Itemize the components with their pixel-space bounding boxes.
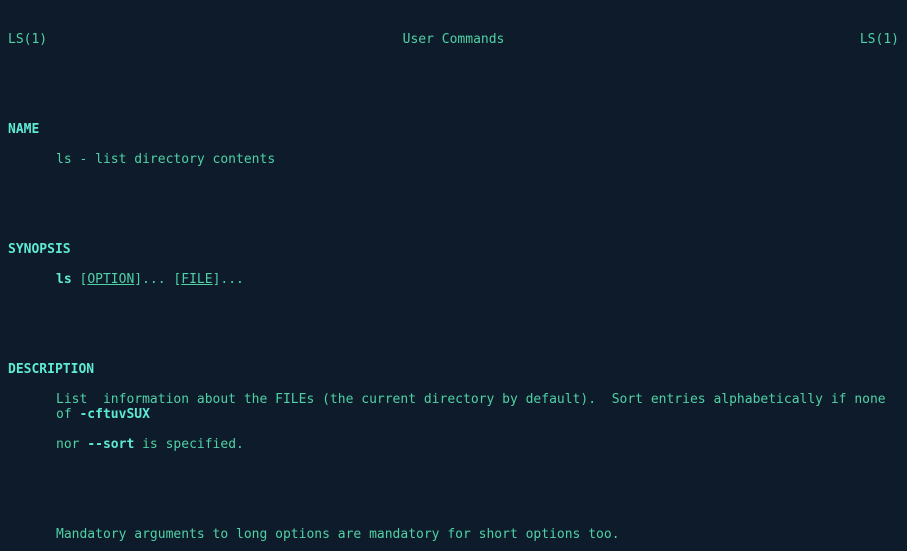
desc-line2-pre: nor <box>56 437 87 452</box>
desc-line1-pre: List information about the FILEs (the cu… <box>56 392 893 422</box>
man-page-header: LS(1) User Commands LS(1) <box>8 32 899 47</box>
synopsis-mid: ]... [ <box>134 272 181 287</box>
desc-line1: List information about the FILEs (the cu… <box>8 392 899 422</box>
section-synopsis-heading: SYNOPSIS <box>8 242 899 257</box>
desc-flag-sort: --sort <box>87 437 134 452</box>
section-name-heading: NAME <box>8 122 899 137</box>
header-center: User Commands <box>403 32 505 47</box>
name-body: ls - list directory contents <box>8 152 899 167</box>
man-page-viewport[interactable]: LS(1) User Commands LS(1) NAME ls - list… <box>0 0 907 551</box>
synopsis-cmd: ls <box>56 272 72 287</box>
synopsis-line: ls [OPTION]... [FILE]... <box>8 272 899 287</box>
desc-line2: nor --sort is specified. <box>8 437 899 452</box>
desc-line2-post: is specified. <box>134 437 244 452</box>
synopsis-file: FILE <box>181 272 212 287</box>
desc-flag-cftuvsux: -cftuvSUX <box>79 407 149 422</box>
mandatory-note: Mandatory arguments to long options are … <box>8 527 899 542</box>
section-description-heading: DESCRIPTION <box>8 362 899 377</box>
header-right: LS(1) <box>860 32 899 47</box>
synopsis-option: OPTION <box>87 272 134 287</box>
synopsis-lb1: [ <box>72 272 88 287</box>
synopsis-end: ]... <box>213 272 244 287</box>
header-left: LS(1) <box>8 32 47 47</box>
